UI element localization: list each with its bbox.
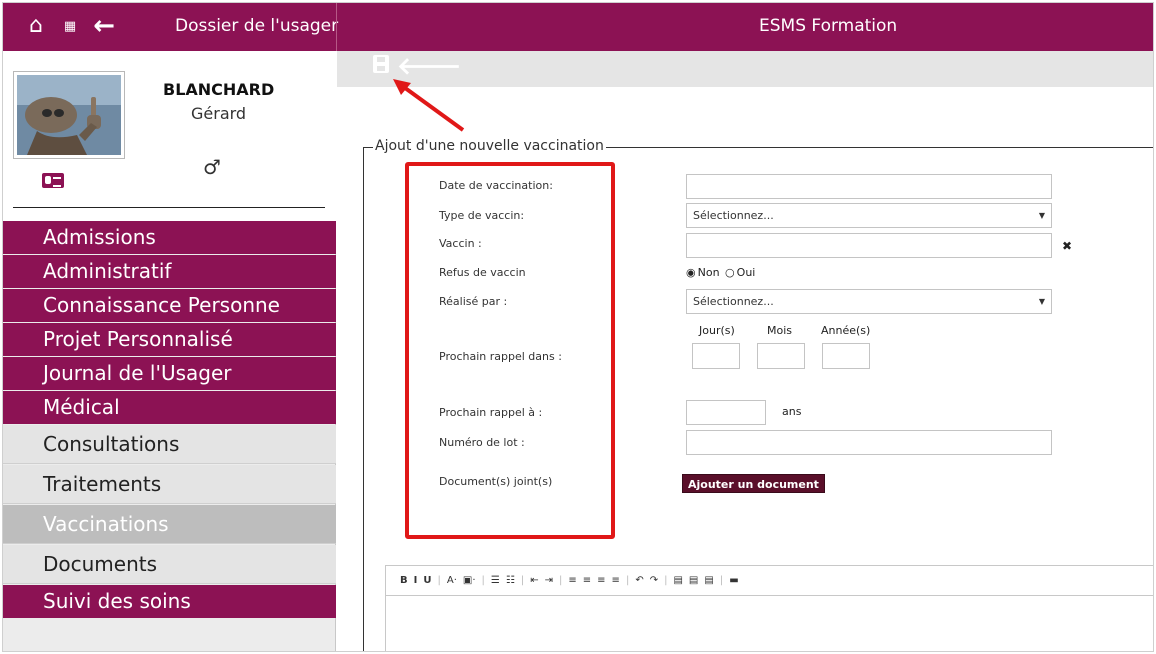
- annotation-highlight-box: [405, 162, 615, 539]
- editor-format-button[interactable]: ≡: [568, 575, 576, 586]
- app-name: ESMS Formation: [759, 16, 898, 36]
- toolbar-separator: |: [664, 575, 668, 586]
- sidebar-subitem-traitements[interactable]: Traitements: [3, 465, 336, 504]
- editor-format-button[interactable]: ▣·: [463, 575, 476, 586]
- performed-by-select[interactable]: Sélectionnez... ▼: [686, 289, 1052, 314]
- editor-format-button[interactable]: ▤: [704, 575, 713, 586]
- sidebar-item-connaissance-personne[interactable]: Connaissance Personne: [3, 289, 336, 322]
- radio-oui-icon[interactable]: ○: [725, 266, 735, 279]
- reminder-days-input[interactable]: [692, 343, 740, 369]
- sidebar-menu: Admissions Administratif Connaissance Pe…: [3, 221, 336, 619]
- reminder-years-input[interactable]: [822, 343, 870, 369]
- editor-format-button[interactable]: B: [400, 575, 408, 586]
- years-unit-label: ans: [782, 405, 802, 418]
- sidebar-item-admissions[interactable]: Admissions: [3, 221, 336, 254]
- avatar-photo: [17, 75, 121, 155]
- refusal-radio-group: ◉ Non ○ Oui: [686, 266, 757, 279]
- editor-format-button[interactable]: ↶: [635, 575, 643, 586]
- toolbar-separator: |: [437, 575, 441, 586]
- home-icon[interactable]: ⌂: [23, 13, 49, 39]
- add-document-button[interactable]: Ajouter un document: [682, 474, 825, 493]
- gender-male-icon: ♂: [203, 155, 221, 179]
- editor-format-button[interactable]: ≡: [612, 575, 620, 586]
- toolbar-separator: |: [625, 575, 630, 586]
- editor-format-button[interactable]: ⇥: [545, 575, 553, 586]
- rich-text-editor[interactable]: B I U | A· ▣· | ☰ ☷ | ⇤ ⇥ | ≡ ≡ ≡ ≡ | ↶ ↷ | ▤ ▤ ▤ | ▬: [385, 565, 1153, 651]
- days-label: Jour(s): [699, 324, 735, 337]
- id-card-icon[interactable]: [42, 173, 64, 188]
- editor-format-button[interactable]: ≡: [583, 575, 591, 586]
- toolbar-separator: |: [719, 575, 724, 586]
- header-divider: [336, 3, 337, 51]
- months-label: Mois: [767, 324, 793, 337]
- editor-format-button[interactable]: ⇤: [530, 575, 538, 586]
- divider: [13, 207, 325, 208]
- editor-format-button[interactable]: A·: [447, 575, 457, 586]
- editor-format-button[interactable]: ↷: [650, 575, 658, 586]
- editor-format-button[interactable]: ▤: [689, 575, 698, 586]
- save-icon[interactable]: [373, 55, 389, 73]
- back-arrow-icon[interactable]: ←: [91, 13, 117, 39]
- sidebar-item-suivi-soins[interactable]: Suivi des soins: [3, 585, 336, 618]
- vaccine-type-value: Sélectionnez...: [693, 209, 774, 222]
- clear-icon[interactable]: ✖: [1062, 239, 1072, 253]
- vaccine-type-select[interactable]: Sélectionnez... ▼: [686, 203, 1052, 228]
- sidebar-subitem-consultations[interactable]: Consultations: [3, 425, 336, 464]
- vaccine-input[interactable]: [686, 233, 1052, 258]
- editor-format-button[interactable]: ☰: [491, 575, 500, 586]
- patient-last-name: BLANCHARD: [163, 80, 275, 99]
- reminder-age-input[interactable]: [686, 400, 766, 425]
- sidebar-item-medical[interactable]: Médical: [3, 391, 336, 424]
- sidebar-item-journal-usager[interactable]: Journal de l'Usager: [3, 357, 336, 390]
- radio-oui-label[interactable]: Oui: [737, 266, 756, 279]
- lot-number-input[interactable]: [686, 430, 1052, 455]
- editor-format-button[interactable]: ▤: [673, 575, 682, 586]
- sidebar: BLANCHARD Gérard ♂ Admissions Administra…: [3, 51, 336, 651]
- sidebar-item-administratif[interactable]: Administratif: [3, 255, 336, 288]
- editor-format-button[interactable]: ≡: [597, 575, 605, 586]
- editor-toolbar: B I U | A· ▣· | ☰ ☷ | ⇤ ⇥ | ≡ ≡ ≡ ≡ | ↶ ↷ | ▤ ▤ ▤ | ▬: [386, 566, 1153, 596]
- annotation-arrow: [393, 79, 465, 132]
- radio-non-icon[interactable]: ◉: [686, 266, 696, 279]
- performed-by-value: Sélectionnez...: [693, 295, 774, 308]
- editor-format-button[interactable]: U: [423, 575, 431, 586]
- editor-format-button[interactable]: I: [414, 575, 418, 586]
- sidebar-subitem-documents[interactable]: Documents: [3, 545, 336, 584]
- sidebar-subitem-vaccinations[interactable]: Vaccinations: [3, 505, 336, 544]
- reminder-months-input[interactable]: [757, 343, 805, 369]
- radio-non-label[interactable]: Non: [698, 266, 720, 279]
- chevron-down-icon: ▼: [1038, 211, 1045, 220]
- patient-first-name: Gérard: [191, 104, 247, 123]
- page-title: Dossier de l'usager: [175, 16, 339, 36]
- editor-format-button[interactable]: ▬: [729, 575, 738, 586]
- top-bar: ⌂ ▦ ← Dossier de l'usager ESMS Formation: [3, 3, 1153, 51]
- chevron-down-icon: ▼: [1038, 297, 1045, 306]
- app-window: ⌂ ▦ ← Dossier de l'usager ESMS Formation: [2, 2, 1154, 652]
- editor-format-button[interactable]: ☷: [506, 575, 515, 586]
- avatar: [13, 71, 125, 159]
- toolbar-separator: |: [481, 575, 485, 586]
- toolbar-separator: |: [559, 575, 563, 586]
- vaccination-date-input[interactable]: [686, 174, 1052, 199]
- patient-profile: BLANCHARD Gérard ♂: [3, 51, 336, 223]
- sidebar-item-projet-personnalise[interactable]: Projet Personnalisé: [3, 323, 336, 356]
- toolbar-separator: |: [520, 575, 525, 586]
- fieldset-legend: Ajout d'une nouvelle vaccination: [373, 138, 606, 154]
- years-label: Année(s): [821, 324, 871, 337]
- grid-icon[interactable]: ▦: [57, 13, 83, 39]
